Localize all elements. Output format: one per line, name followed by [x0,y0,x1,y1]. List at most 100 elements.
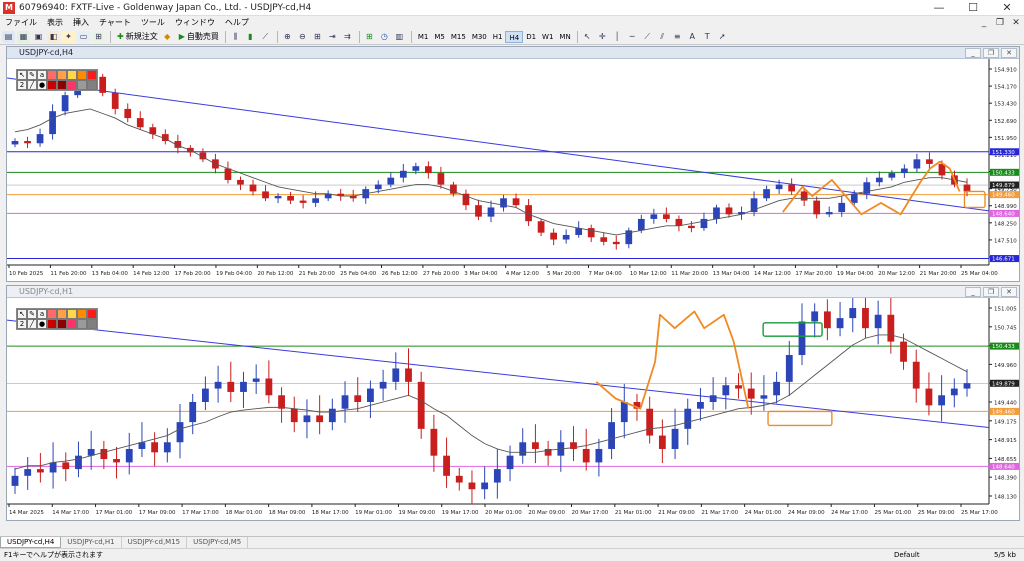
palette-swatch[interactable] [57,309,67,319]
zoom-in-icon[interactable]: ⊕ [281,31,294,43]
navigator-icon[interactable]: ✦ [62,30,75,43]
menu-help[interactable]: ヘルプ [220,17,254,28]
tab-usdjpy-h4[interactable]: USDJPY-cd,H4 [0,537,62,548]
palette-tool[interactable]: a [37,70,47,80]
palette-swatch[interactable] [67,319,77,329]
menu-chart[interactable]: チャート [94,17,136,28]
palette-option[interactable]: ╱ [27,319,37,329]
palette-swatch[interactable] [57,319,67,329]
chart-maximize-button[interactable]: ❐ [983,287,999,297]
crosshair-icon[interactable]: ✛ [596,31,609,43]
market-watch-icon[interactable]: ▣ [32,30,45,43]
price-chart-h4[interactable]: 154.910154.170153.430152.690151.950151.2… [7,59,1019,281]
new-chart-icon[interactable]: ▤ [2,30,15,43]
palette-swatch[interactable] [47,309,57,319]
menu-window[interactable]: ウィンドウ [170,17,220,28]
palette-swatch[interactable] [77,309,87,319]
palette-option[interactable]: 2 [17,80,27,90]
zoom-out-icon[interactable]: ⊖ [296,31,309,43]
palette-swatch[interactable] [57,70,67,80]
bar-chart-icon[interactable]: ⫼ [229,31,242,43]
palette-swatch[interactable] [47,80,57,90]
chart-close-button[interactable]: ✕ [1001,48,1017,58]
arrow-tool-icon[interactable]: ➚ [716,31,729,43]
terminal-icon[interactable]: ▭ [77,30,90,43]
tab-usdjpy-m5[interactable]: USDJPY-cd,M5 [187,537,249,548]
periods-icon[interactable]: ◷ [378,31,391,43]
palette-swatch[interactable] [67,70,77,80]
candlestick-icon[interactable]: ▮ [244,31,257,43]
mdi-restore-button[interactable]: ❐ [992,18,1008,28]
minimize-button[interactable]: — [922,0,956,16]
mdi-minimize-button[interactable]: _ [976,18,992,28]
new-order-button[interactable]: ✚ 新規注文 [114,31,161,43]
palette-tool[interactable]: ↖ [17,309,27,319]
profiles-icon[interactable]: ▦ [17,30,30,43]
palette-option[interactable]: ╱ [27,80,37,90]
tab-usdjpy-h1[interactable]: USDJPY-cd,H1 [61,537,122,548]
tile-windows-icon[interactable]: ⊞ [311,31,324,43]
text-label-icon[interactable]: T [701,31,714,43]
text-tool-icon[interactable]: A [686,31,699,43]
tf-m1[interactable]: M1 [415,31,432,43]
chart-minimize-button[interactable]: _ [965,287,981,297]
templates-icon[interactable]: ▥ [393,31,406,43]
palette-swatch[interactable] [77,319,87,329]
tf-m30[interactable]: M30 [469,31,490,43]
palette-option[interactable]: ● [37,319,47,329]
palette-swatch[interactable] [87,319,97,329]
tf-w1[interactable]: W1 [539,31,556,43]
palette-tool[interactable]: a [37,309,47,319]
menu-view[interactable]: 表示 [42,17,68,28]
palette-swatch[interactable] [67,80,77,90]
close-button[interactable]: ✕ [990,0,1024,16]
palette-swatch[interactable] [57,80,67,90]
tf-d1[interactable]: D1 [523,31,539,43]
indicators-icon[interactable]: ⊞ [363,31,376,43]
chart-shift-icon[interactable]: ⇥ [326,31,339,43]
data-window-icon[interactable]: ◧ [47,30,60,43]
mdi-close-button[interactable]: ✕ [1008,18,1024,28]
strategy-tester-icon[interactable]: ⊞ [92,30,105,43]
palette-swatch[interactable] [47,70,57,80]
tab-usdjpy-m15[interactable]: USDJPY-cd,M15 [122,537,188,548]
palette-tool[interactable]: ↖ [17,70,27,80]
chart-maximize-button[interactable]: ❐ [983,48,999,58]
fibonacci-icon[interactable]: ≡ [671,31,684,43]
palette-swatch[interactable] [87,80,97,90]
maximize-button[interactable]: ☐ [956,0,990,16]
palette-option[interactable]: 2 [17,319,27,329]
meta-editor-icon[interactable]: ◆ [161,31,174,43]
palette-tool[interactable]: ✎ [27,309,37,319]
vertical-line-icon[interactable]: │ [611,31,624,43]
equidistant-channel-icon[interactable]: ⫽ [656,31,669,43]
chart-window-h4[interactable]: USDJPY-cd,H4 _ ❐ ✕ USDJPY-cd,H4 154.9101… [6,46,1020,282]
tf-m15[interactable]: M15 [448,31,469,43]
menu-file[interactable]: ファイル [0,17,42,28]
menu-tools[interactable]: ツール [136,17,170,28]
horizontal-line-icon[interactable]: ─ [626,31,639,43]
tf-h1[interactable]: H1 [490,31,506,43]
chart-window-h1[interactable]: USDJPY-cd,H1 _ ❐ ✕ USDJPY-cd,H1 151.0051… [6,285,1020,521]
autotrade-button[interactable]: ▶ 自動売買 [176,31,222,43]
tf-h4[interactable]: H4 [505,30,524,43]
palette-swatch[interactable] [77,80,87,90]
auto-scroll-icon[interactable]: ⇉ [341,31,354,43]
price-chart-h1[interactable]: 151.005150.745150.220149.960149.700149.4… [7,298,1019,520]
trendline-icon[interactable]: ⟋ [641,31,654,43]
chart-close-button[interactable]: ✕ [1001,287,1017,297]
palette-swatch[interactable] [47,319,57,329]
palette-swatch[interactable] [87,309,97,319]
tf-mn[interactable]: MN [556,31,573,43]
chart-minimize-button[interactable]: _ [965,48,981,58]
cursor-icon[interactable]: ↖ [581,31,594,43]
palette-tool[interactable]: ✎ [27,70,37,80]
menu-insert[interactable]: 挿入 [68,17,94,28]
palette-swatch[interactable] [67,309,77,319]
palette-option[interactable]: ● [37,80,47,90]
y-tick-label: 149.440 [994,401,1017,407]
tf-m5[interactable]: M5 [431,31,448,43]
palette-swatch[interactable] [87,70,97,80]
line-chart-icon[interactable]: ⟋ [259,31,272,43]
palette-swatch[interactable] [77,70,87,80]
